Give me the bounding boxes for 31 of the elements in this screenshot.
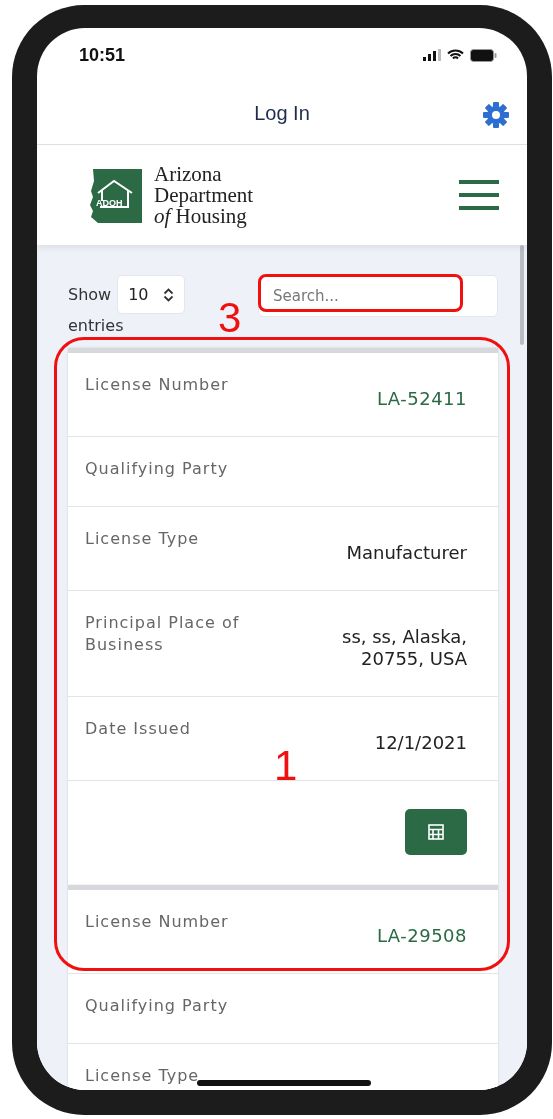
field-label: Qualifying Party [85, 995, 229, 1017]
field-label: Principal Place of Business [85, 612, 241, 656]
field-label: License Type [85, 528, 200, 550]
annotation-number: 3 [218, 297, 242, 339]
annotation-number: 1 [274, 745, 298, 787]
wifi-icon [447, 49, 464, 61]
field-value: 12/1/2021 [374, 732, 467, 754]
field-label: License Type [85, 1065, 200, 1087]
page-size-select[interactable]: 10 [117, 275, 185, 314]
field-value: Manufacturer [346, 542, 467, 564]
chevron-updown-icon [162, 287, 174, 302]
show-label: Show [68, 285, 112, 304]
field-label: License Number [85, 911, 229, 933]
logo-text-line: Department [154, 184, 254, 206]
status-time: 10:51 [79, 44, 126, 66]
license-number-link[interactable]: LA-52411 [376, 388, 467, 410]
field-label: License Number [85, 374, 229, 396]
table-view-button[interactable] [405, 809, 467, 855]
field-value: ss, ss, Alaska, 20755, USA [341, 626, 467, 670]
table-icon [428, 824, 444, 840]
scrollbar-thumb[interactable] [520, 245, 524, 345]
logo-text-line: Arizona [154, 163, 223, 185]
header-title: Log In [254, 101, 310, 125]
battery-icon [470, 48, 497, 62]
settings-icon[interactable] [482, 101, 510, 129]
field-label: Qualifying Party [85, 458, 229, 480]
field-label: Date Issued [85, 718, 191, 740]
license-number-link[interactable]: LA-29508 [376, 925, 467, 947]
signal-icon [423, 49, 441, 61]
entries-label: entries [68, 316, 125, 335]
menu-icon[interactable] [459, 179, 499, 211]
